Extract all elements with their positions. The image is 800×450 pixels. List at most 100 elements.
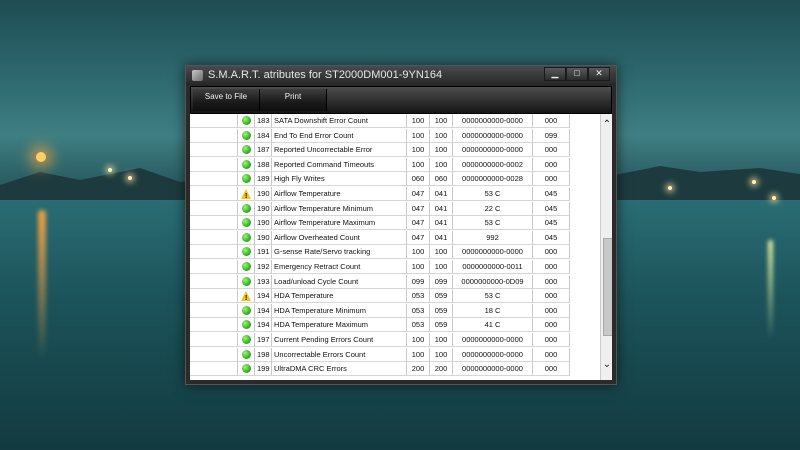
smart-attributes-window: S.M.A.R.T. atributes for ST2000DM001-9YN…	[185, 65, 617, 385]
ok-status-icon	[242, 174, 251, 184]
status-cell	[238, 201, 255, 216]
ok-status-icon	[242, 218, 251, 228]
background-lamp	[128, 176, 132, 180]
vertical-scrollbar[interactable]: ⌃ ⌄	[600, 114, 612, 380]
attribute-worst-cell: 100	[430, 157, 453, 172]
attribute-threshold-cell: 000	[533, 114, 570, 128]
attribute-threshold-cell: 000	[533, 245, 570, 260]
row-margin-cell	[190, 230, 238, 245]
table-row[interactable]: 194HDA Temperature05305953 C000	[190, 289, 600, 304]
attribute-raw-cell: 22 C	[453, 201, 533, 216]
table-row[interactable]: 187 Reported Uncorrectable Error 100 100 000…	[190, 143, 600, 158]
ok-status-icon	[242, 145, 251, 155]
background-lamp	[752, 180, 756, 184]
table-row[interactable]: 194 HDA Temperature Maximum 053 059 41 C 000	[190, 318, 600, 333]
attribute-name-cell: Airflow Temperature Maximum	[272, 216, 407, 231]
attribute-worst-cell: 099	[430, 274, 453, 289]
row-margin-cell	[190, 128, 238, 143]
attribute-worst-cell: 100	[430, 245, 453, 260]
scroll-down-icon[interactable]: ⌄	[601, 360, 612, 370]
table-row[interactable]: 190 Airflow Overheated Count 047 041 992 045	[190, 230, 600, 245]
row-margin-cell	[190, 333, 238, 347]
title-bar[interactable]: S.M.A.R.T. atributes for ST2000DM001-9YN…	[186, 66, 616, 86]
attribute-worst-cell: 041	[430, 230, 453, 245]
attribute-name-cell: Reported Uncorrectable Error	[272, 143, 407, 158]
attribute-value-cell: 053	[407, 318, 430, 333]
attribute-value-cell: 053	[407, 303, 430, 318]
ok-status-icon	[242, 203, 251, 213]
attribute-threshold-cell: 045	[533, 187, 570, 201]
status-cell	[238, 260, 255, 274]
status-cell	[238, 303, 255, 318]
attribute-id-cell: 184	[255, 128, 272, 143]
attribute-threshold-cell: 000	[533, 303, 570, 318]
attribute-id-cell: 190	[255, 216, 272, 231]
attribute-name-cell: Load/unload Cycle Count	[272, 274, 407, 289]
row-margin-cell	[190, 157, 238, 172]
table-row[interactable]: 194 HDA Temperature Minimum 053 059 18 C 000	[190, 303, 600, 318]
table-row[interactable]: 189 High Fly Writes 060 060 0000000000-0028 0…	[190, 172, 600, 187]
background-lamp	[668, 186, 672, 190]
attribute-id-cell: 192	[255, 260, 272, 274]
attribute-raw-cell: 0000000000-0000	[453, 347, 533, 362]
background-reflection	[38, 210, 46, 360]
scroll-up-icon[interactable]: ⌃	[601, 120, 612, 130]
attribute-threshold-cell: 000	[533, 362, 570, 377]
save-to-file-button[interactable]: Save to File	[193, 89, 260, 111]
attribute-raw-cell: 992	[453, 230, 533, 245]
attribute-worst-cell: 059	[430, 289, 453, 304]
attribute-threshold-cell: 045	[533, 201, 570, 216]
row-margin-cell	[190, 347, 238, 362]
ok-status-icon	[242, 320, 251, 330]
status-cell	[238, 274, 255, 289]
scroll-thumb[interactable]	[603, 238, 612, 336]
table-row[interactable]: 199 UltraDMA CRC Errors 200 200 0000000000-0…	[190, 362, 600, 377]
table-row[interactable]: 183 SATA Downshift Error Count 100 100 00000…	[190, 114, 600, 128]
maximize-button[interactable]: □	[566, 67, 588, 81]
attribute-name-cell: Uncorrectable Errors Count	[272, 347, 407, 362]
status-cell	[238, 157, 255, 172]
attribute-id-cell: 188	[255, 157, 272, 172]
attribute-threshold-cell: 000	[533, 318, 570, 333]
attribute-id-cell: 194	[255, 318, 272, 333]
attribute-value-cell: 100	[407, 245, 430, 260]
table-row[interactable]: 190 Airflow Temperature Minimum 047 041 22 C…	[190, 201, 600, 216]
table-row[interactable]: 190 Airflow Temperature Maximum 047 041 53 C…	[190, 216, 600, 231]
table-row[interactable]: 184 End To End Error Count 100 100 000000000…	[190, 128, 600, 143]
ok-status-icon	[242, 262, 251, 271]
table-row[interactable]: 188 Reported Command Timeouts 100 100 000000…	[190, 157, 600, 172]
attribute-id-cell: 183	[255, 114, 272, 128]
table-row[interactable]: 198 Uncorrectable Errors Count 100 100 00000…	[190, 347, 600, 362]
attribute-raw-cell: 0000000000-0000	[453, 245, 533, 260]
table-row[interactable]: 193 Load/unload Cycle Count 099 099 00000000…	[190, 274, 600, 289]
row-margin-cell	[190, 216, 238, 231]
row-margin-cell	[190, 114, 238, 128]
attribute-value-cell: 060	[407, 172, 430, 187]
attribute-id-cell: 198	[255, 347, 272, 362]
attribute-threshold-cell: 000	[533, 143, 570, 158]
table-row[interactable]: 190Airflow Temperature04704153 C045	[190, 187, 600, 201]
status-cell	[238, 187, 255, 201]
attribute-name-cell: Reported Command Timeouts	[272, 157, 407, 172]
attribute-id-cell: 190	[255, 230, 272, 245]
attribute-worst-cell: 200	[430, 362, 453, 377]
print-button[interactable]: Print	[260, 89, 327, 111]
attribute-name-cell: UltraDMA CRC Errors	[272, 362, 407, 377]
attribute-raw-cell: 0000000000-0002	[453, 157, 533, 172]
minimize-button[interactable]: ▁	[544, 67, 566, 81]
status-cell	[238, 172, 255, 187]
close-button[interactable]: ✕	[588, 67, 610, 81]
attribute-value-cell: 100	[407, 157, 430, 172]
background-lamp	[36, 152, 46, 162]
attribute-name-cell: Airflow Overheated Count	[272, 230, 407, 245]
ok-status-icon	[242, 276, 251, 286]
status-cell	[238, 289, 255, 304]
ok-status-icon	[242, 364, 251, 374]
table-row[interactable]: 191 G-sense Rate/Servo tracking 100 100 0000…	[190, 245, 600, 260]
attribute-name-cell: End To End Error Count	[272, 128, 407, 143]
row-margin-cell	[190, 260, 238, 274]
table-row[interactable]: 192 Emergency Retract Count 100 100 00000000…	[190, 260, 600, 274]
table-row[interactable]: 197 Current Pending Errors Count 100 100 000…	[190, 333, 600, 347]
attribute-value-cell: 099	[407, 274, 430, 289]
attribute-name-cell: Airflow Temperature	[272, 187, 407, 201]
